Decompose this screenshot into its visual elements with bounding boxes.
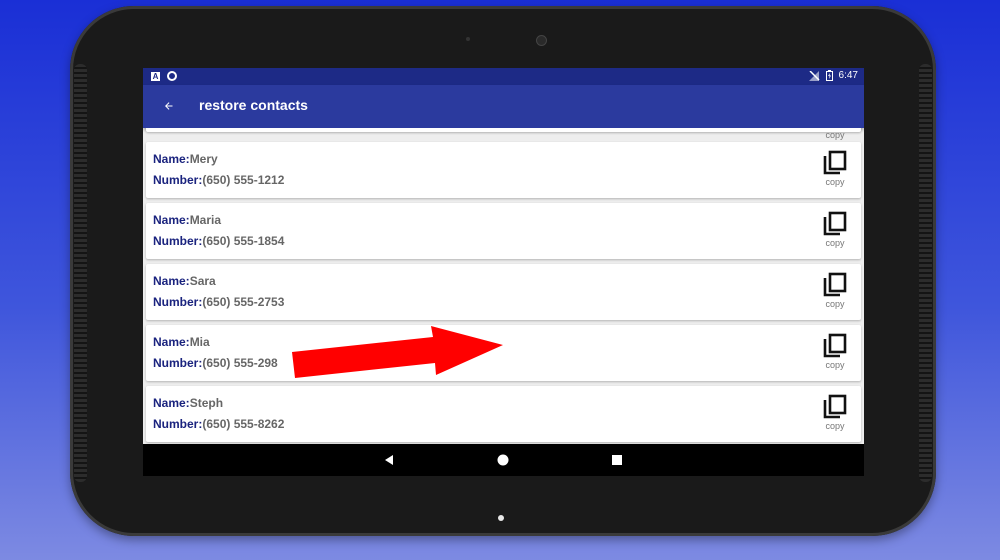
contact-card: Name:Mery Number:(650) 555-1212 copy xyxy=(146,142,861,198)
status-time: 6:47 xyxy=(838,70,858,81)
battery-charging-icon xyxy=(825,70,833,81)
red-annotation-arrow-icon xyxy=(292,326,503,378)
copy-label: copy xyxy=(825,421,845,431)
contact-number-row: Number:(650) 555-1854 xyxy=(153,234,284,248)
contact-number: (650) 555-298 xyxy=(202,356,278,370)
contact-number: (650) 555-1212 xyxy=(202,173,285,187)
copy-button[interactable]: copy xyxy=(819,272,851,314)
contact-card: Name:Steph Number:(650) 555-8262 copy xyxy=(146,386,861,442)
navigation-bar xyxy=(143,444,864,476)
copy-icon xyxy=(823,333,847,358)
copy-label: copy xyxy=(825,130,845,140)
nav-back-button[interactable] xyxy=(381,452,397,468)
contact-card-partial: copy xyxy=(146,128,861,140)
front-sensor xyxy=(466,37,470,41)
copy-button[interactable]: copy xyxy=(819,150,851,192)
app-bar: restore contacts xyxy=(143,85,864,128)
copy-button[interactable]: copy xyxy=(819,333,851,375)
contact-number-row: Number:(650) 555-2753 xyxy=(153,295,284,309)
contact-name: Mia xyxy=(189,335,210,349)
contact-number-row: Number:(650) 555-8262 xyxy=(153,417,284,431)
left-speaker-grille xyxy=(74,64,87,482)
notification-circle-icon xyxy=(167,71,177,81)
copy-label: copy xyxy=(825,360,845,370)
contact-number: (650) 555-1854 xyxy=(202,234,285,248)
right-speaker-grille xyxy=(919,64,932,482)
contact-number: (650) 555-2753 xyxy=(202,295,285,309)
contact-name: Maria xyxy=(189,213,222,227)
back-arrow-icon xyxy=(165,102,173,110)
home-indicator-dot xyxy=(498,515,504,521)
copy-label: copy xyxy=(825,177,845,187)
notification-a-icon: A xyxy=(151,72,160,81)
contact-list[interactable]: copy Name:Mery Number:(650) 555-1212 cop… xyxy=(143,128,864,444)
contact-name-row: Name:Mia xyxy=(153,335,210,349)
contact-card: Name:Maria Number:(650) 555-1854 copy xyxy=(146,203,861,259)
nav-home-button[interactable] xyxy=(495,452,511,468)
contact-number: (650) 555-8262 xyxy=(202,417,285,431)
copy-button[interactable]: copy xyxy=(819,211,851,253)
number-label: Number: xyxy=(153,417,203,431)
number-label: Number: xyxy=(153,173,203,187)
back-button[interactable] xyxy=(157,94,181,118)
no-signal-icon xyxy=(808,70,820,81)
contact-name: Mery xyxy=(189,152,218,166)
name-label: Name: xyxy=(153,335,190,349)
number-label: Number: xyxy=(153,356,203,370)
contact-name: Steph xyxy=(189,396,224,410)
front-camera xyxy=(536,35,547,46)
contact-card: Name:Sara Number:(650) 555-2753 copy xyxy=(146,264,861,320)
home-circle-icon xyxy=(497,454,509,466)
recents-square-icon xyxy=(612,455,622,465)
contact-number-row: Number:(650) 555-298 xyxy=(153,356,278,370)
copy-label: copy xyxy=(825,238,845,248)
name-label: Name: xyxy=(153,396,190,410)
number-label: Number: xyxy=(153,234,203,248)
copy-icon xyxy=(823,150,847,175)
name-label: Name: xyxy=(153,152,190,166)
nav-recents-button[interactable] xyxy=(609,452,625,468)
copy-label: copy xyxy=(825,299,845,309)
contact-name-row: Name:Maria xyxy=(153,213,221,227)
copy-icon xyxy=(823,272,847,297)
contact-name-row: Name:Mery xyxy=(153,152,218,166)
contact-name: Sara xyxy=(189,274,216,288)
device-screen: A 6:47 restore contacts copy Name:Mery N… xyxy=(143,68,864,476)
contact-name-row: Name:Steph xyxy=(153,396,223,410)
contact-number-row: Number:(650) 555-1212 xyxy=(153,173,284,187)
status-bar: A 6:47 xyxy=(143,68,864,85)
name-label: Name: xyxy=(153,274,190,288)
number-label: Number: xyxy=(153,295,203,309)
copy-button[interactable]: copy xyxy=(819,394,851,436)
back-triangle-icon xyxy=(385,455,393,465)
copy-icon xyxy=(823,394,847,419)
copy-icon xyxy=(823,211,847,236)
contact-name-row: Name:Sara xyxy=(153,274,216,288)
page-title: restore contacts xyxy=(199,97,308,113)
name-label: Name: xyxy=(153,213,190,227)
